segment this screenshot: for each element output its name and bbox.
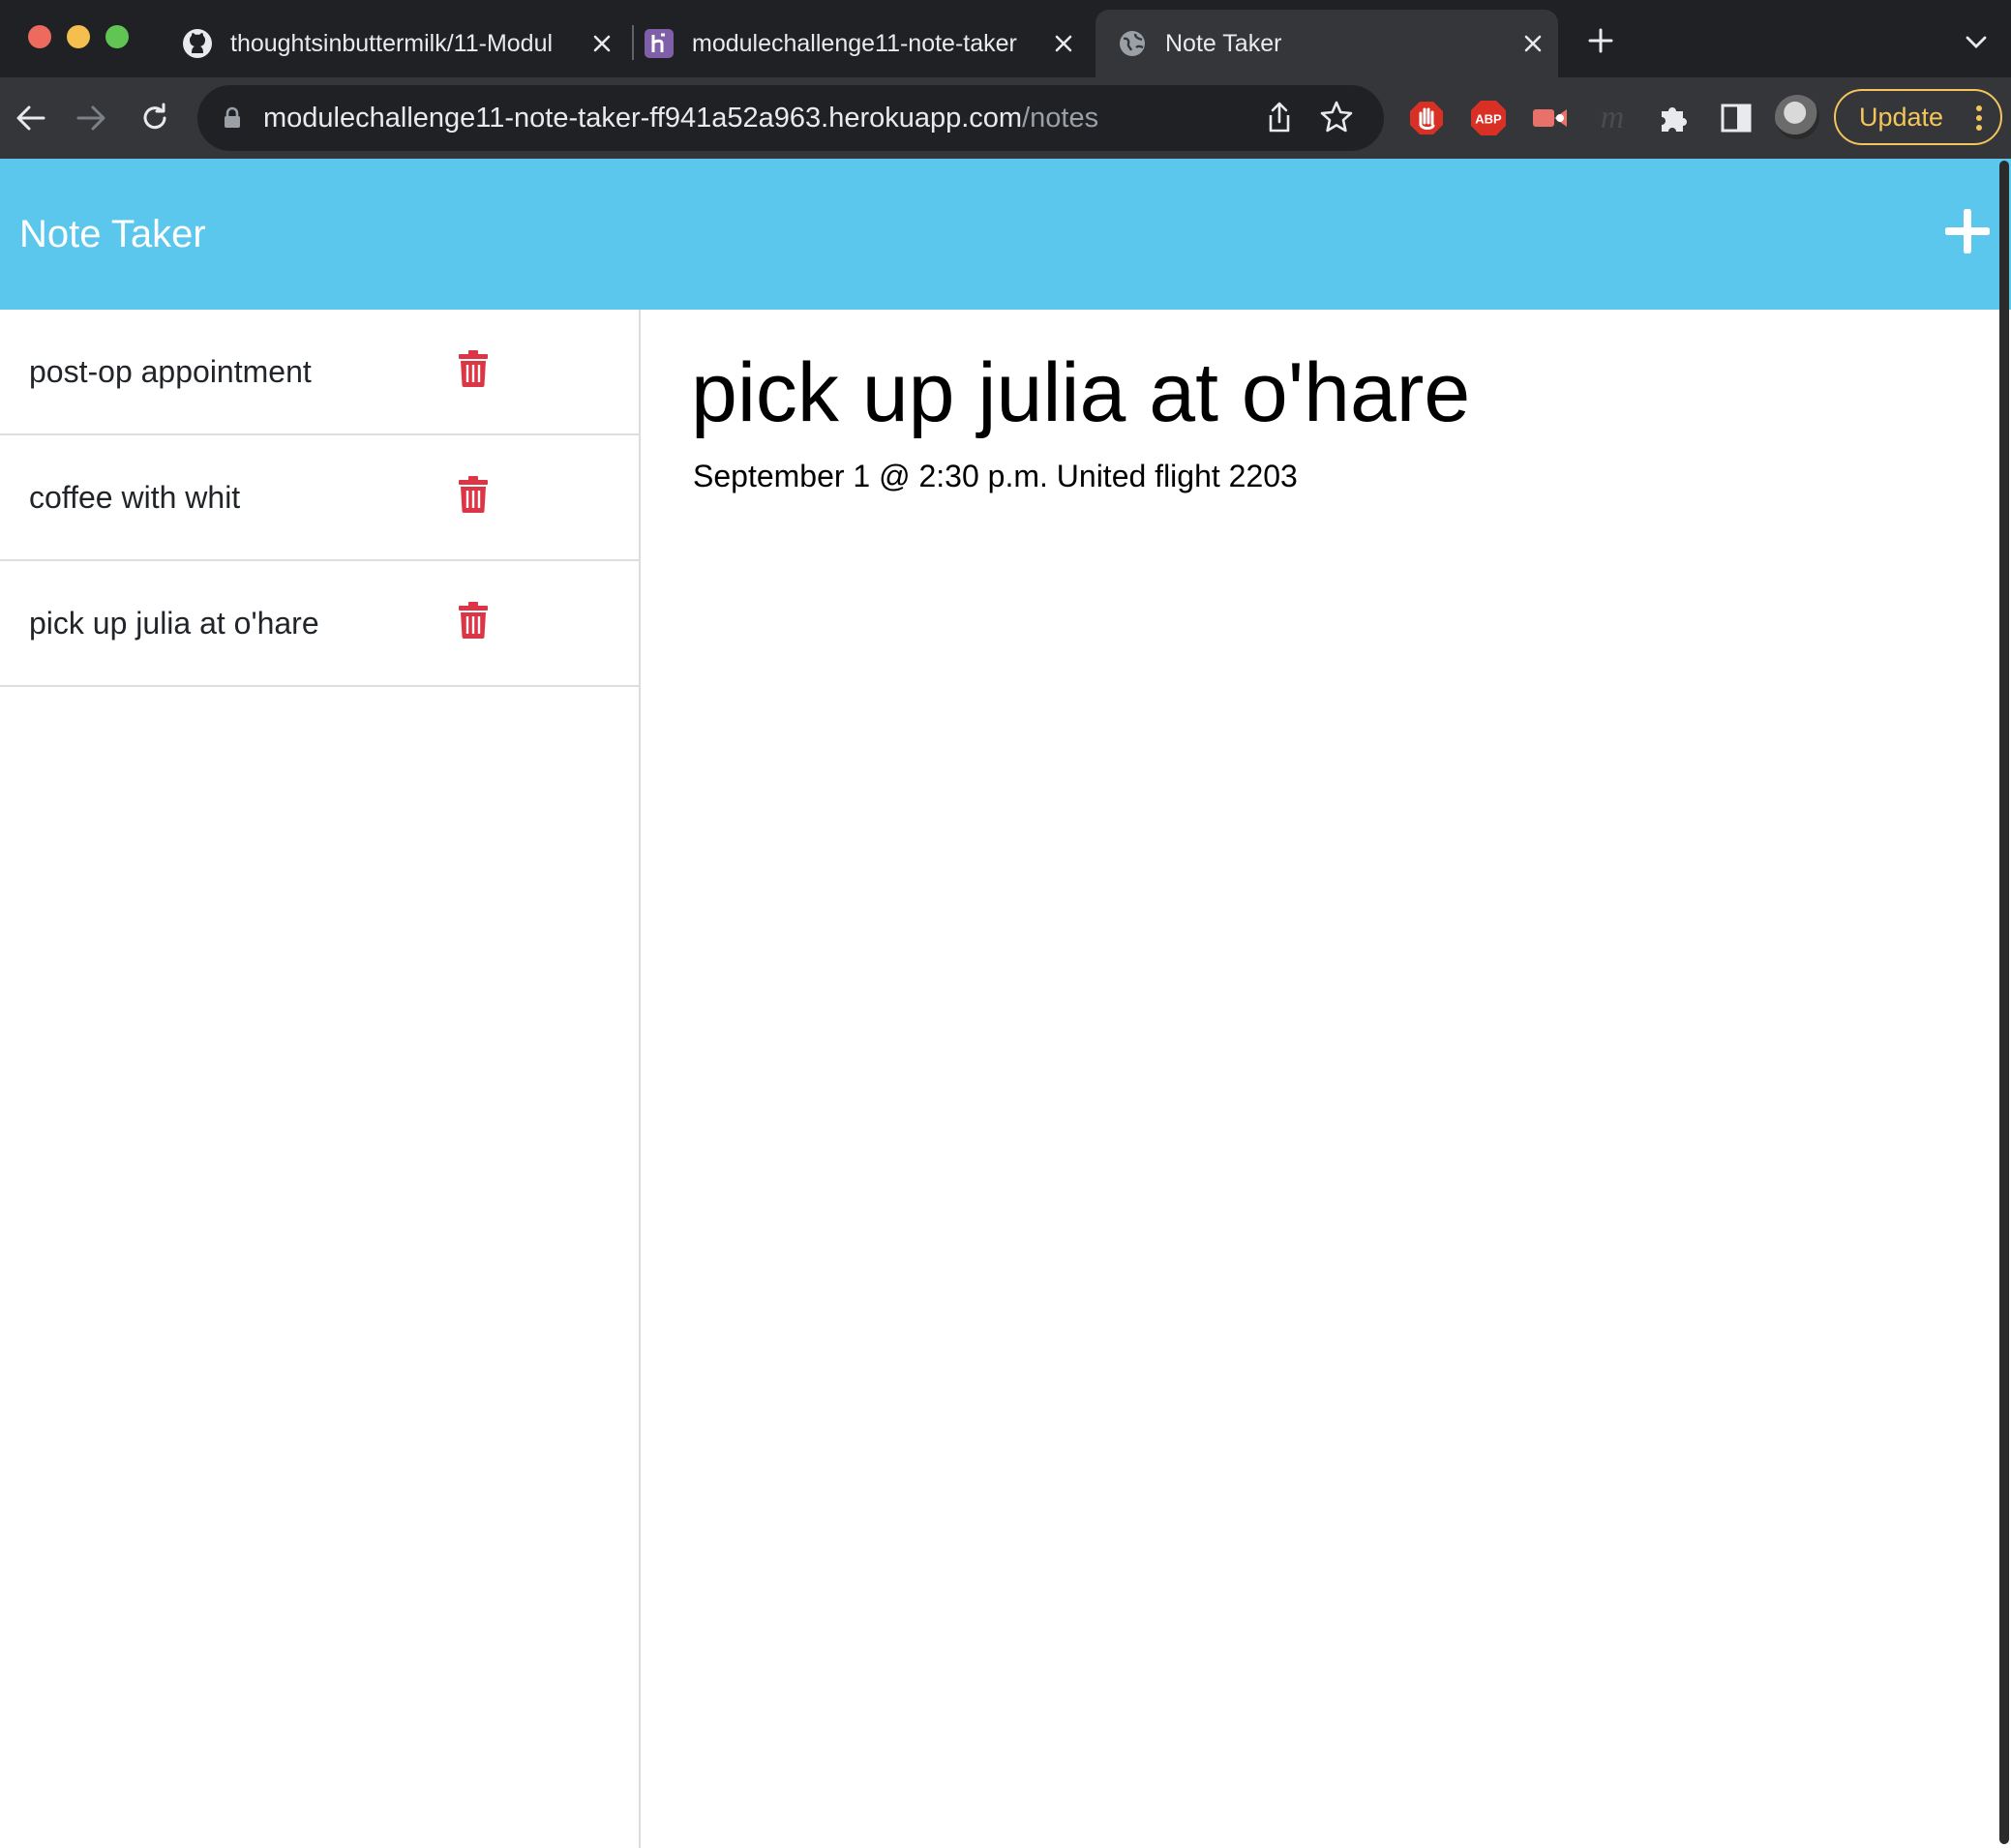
reload-icon[interactable]: [132, 95, 178, 141]
address-bar[interactable]: modulechallenge11-note-taker-ff941a52a96…: [197, 85, 1384, 151]
svg-text:m: m: [1601, 104, 1625, 133]
tab-title: modulechallenge11-note-taker: [692, 29, 1017, 57]
abp-label: ABP: [1475, 112, 1502, 127]
note-list-title[interactable]: post-op appointment: [29, 352, 312, 391]
note-taker-page: Note Taker post-op appointment coffee wi…: [0, 159, 2011, 1848]
close-tab-icon[interactable]: [1048, 28, 1079, 59]
note-list: post-op appointment coffee with whit pic…: [0, 310, 641, 1848]
tab-title: Note Taker: [1165, 29, 1282, 57]
url-path: /notes: [1022, 103, 1099, 134]
trash-icon[interactable]: [459, 350, 488, 387]
chevron-down-icon[interactable]: [1959, 25, 1994, 60]
browser-tab-active[interactable]: Note Taker: [1096, 10, 1558, 77]
minimize-window-button[interactable]: [67, 25, 90, 48]
forward-arrow-icon[interactable]: [68, 95, 114, 141]
app-brand[interactable]: Note Taker: [19, 211, 206, 257]
heroku-icon: [644, 28, 675, 59]
list-item[interactable]: coffee with whit: [0, 435, 639, 561]
bookmark-star-icon[interactable]: [1318, 99, 1355, 135]
browser-toolbar: modulechallenge11-note-taker-ff941a52a96…: [0, 77, 2011, 159]
trash-icon[interactable]: [459, 602, 488, 639]
tab-title: thoughtsinbuttermilk/11-Modul: [230, 29, 554, 57]
github-icon: [182, 28, 213, 59]
adblock-hand-icon[interactable]: [1405, 97, 1448, 139]
browser-tab-github[interactable]: thoughtsinbuttermilk/11-Modul: [182, 10, 627, 77]
puzzle-icon[interactable]: [1653, 97, 1696, 139]
list-item[interactable]: pick up julia at o'hare: [0, 561, 639, 687]
note-editor: pick up julia at o'hare September 1 @ 2:…: [643, 310, 1988, 1848]
side-panel-icon[interactable]: [1715, 97, 1757, 139]
close-tab-icon[interactable]: [586, 28, 617, 59]
close-window-button[interactable]: [28, 25, 51, 48]
screen-recorder-icon[interactable]: [1529, 97, 1572, 139]
globe-icon: [1117, 28, 1148, 59]
note-list-title[interactable]: pick up julia at o'hare: [29, 604, 319, 642]
note-text-field[interactable]: September 1 @ 2:30 p.m. United flight 22…: [693, 457, 1298, 495]
abp-icon[interactable]: ABP: [1467, 97, 1510, 139]
url-host: modulechallenge11-note-taker-ff941a52a96…: [263, 103, 1023, 134]
kebab-menu-icon[interactable]: [1975, 104, 1983, 132]
maximize-window-button[interactable]: [105, 25, 129, 48]
browser-tab-heroku[interactable]: modulechallenge11-note-taker: [644, 10, 1089, 77]
trash-icon[interactable]: [459, 476, 488, 513]
m-icon[interactable]: m: [1591, 97, 1634, 139]
close-tab-icon[interactable]: [1517, 28, 1548, 59]
profile-avatar[interactable]: [1775, 95, 1819, 139]
note-list-title[interactable]: coffee with whit: [29, 478, 240, 517]
back-arrow-icon[interactable]: [8, 95, 54, 141]
share-icon[interactable]: [1262, 101, 1297, 135]
new-note-plus-icon[interactable]: [1944, 208, 1991, 254]
lock-icon[interactable]: [221, 106, 244, 130]
update-button[interactable]: Update: [1834, 89, 2002, 145]
note-title-field[interactable]: pick up julia at o'hare: [691, 344, 1470, 441]
tab-separator: [632, 25, 634, 60]
page-scrollbar[interactable]: [1999, 161, 2009, 1844]
app-navbar: Note Taker: [0, 159, 2011, 310]
url-text: modulechallenge11-note-taker-ff941a52a96…: [263, 101, 1098, 135]
new-tab-icon[interactable]: [1583, 23, 1618, 58]
browser-tab-strip: thoughtsinbuttermilk/11-Modul modulechal…: [0, 0, 2011, 77]
list-item[interactable]: post-op appointment: [0, 310, 639, 435]
update-label: Update: [1859, 102, 1944, 132]
